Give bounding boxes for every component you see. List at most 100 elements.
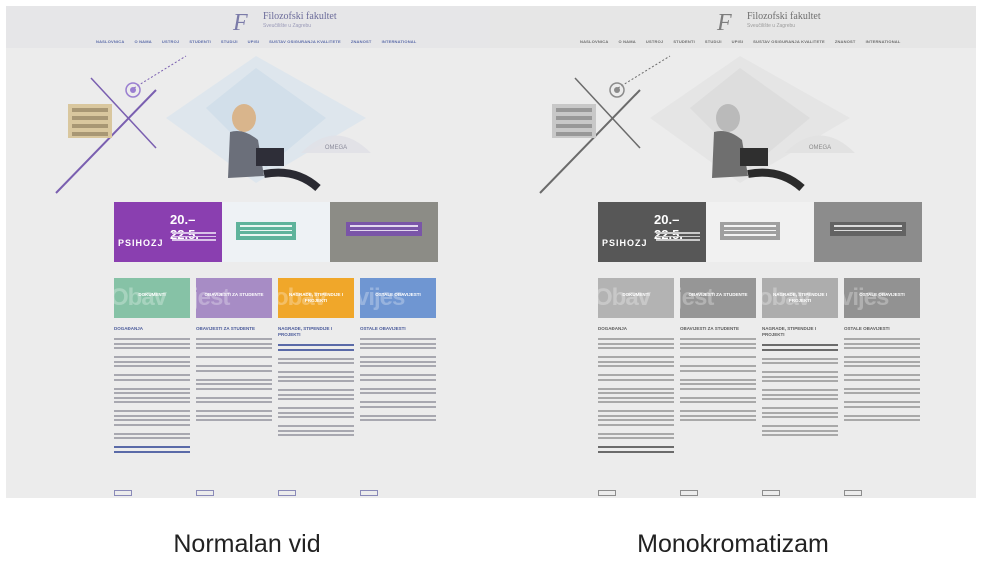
nav-item-naslovnica[interactable]: NASLOVNICA <box>96 39 124 44</box>
banner-mobile-app-text <box>236 222 296 240</box>
column-ostale-obavijesti: OSTALE OBAVIJESTI <box>844 326 920 424</box>
nav-item-international[interactable]: INTERNATIONAL <box>382 39 417 44</box>
faculty-logo[interactable]: F Filozofski fakultet Sveučilište u Zagr… <box>717 11 821 37</box>
category-tiles: Obav DOKUMENTI jest OBAVIJESTI ZA STUDEN… <box>114 278 438 318</box>
tile-label: NAGRADE, STIPENDIJE I PROJEKTI <box>772 292 827 303</box>
hero-illustration: OMEGA <box>539 55 855 194</box>
tile-ostale-obavijesti[interactable]: vijes OSTALE OBAVIJESTI <box>360 278 436 318</box>
banner-psihozj-subtext <box>656 232 700 246</box>
tile-obavijesti-studenti[interactable]: jest OBAVIJESTI ZA STUDENTE <box>680 278 756 318</box>
nav-item-znanost[interactable]: ZNANOST <box>835 39 856 44</box>
more-button[interactable] <box>680 490 698 496</box>
more-button[interactable] <box>360 490 378 496</box>
hero-laptop <box>740 148 768 166</box>
column-heading[interactable]: NAGRADE, STIPENDIJE I PROJEKTI <box>762 326 838 338</box>
tile-obavijesti-studenti[interactable]: jest OBAVIJESTI ZA STUDENTE <box>196 278 272 318</box>
tile-nagrade[interactable]: obav NAGRADE, STIPENDIJE I PROJEKTI <box>278 278 354 318</box>
tile-label: DOKUMENTI <box>622 292 650 297</box>
normal-vision-screenshot: F Filozofski fakultet Sveučilište u Zagr… <box>6 6 492 498</box>
more-button[interactable] <box>278 490 296 496</box>
tile-dokumenti[interactable]: Obav DOKUMENTI <box>114 278 190 318</box>
main-nav: NASLOVNICA O NAMA USTROJ STUDENTI STUDIJ… <box>96 39 417 44</box>
caption-monochromacy: Monokromatizam <box>637 530 829 558</box>
nav-item-naslovnica[interactable]: NASLOVNICA <box>580 39 608 44</box>
hero-woman-legs <box>747 168 805 192</box>
hero-woman-legs <box>263 168 321 192</box>
banner-row: 20.–22.5. PSIHOZJ <box>598 202 922 262</box>
column-nagrade: NAGRADE, STIPENDIJE I PROJEKTI <box>762 326 838 439</box>
nav-item-studenti[interactable]: STUDENTI <box>673 39 695 44</box>
banner-photo-text <box>830 222 906 236</box>
column-dogadanja: DOGAĐANJA <box>598 326 674 455</box>
banner-psihozj[interactable]: 20.–22.5. PSIHOZJ <box>598 202 706 262</box>
nav-item-international[interactable]: INTERNATIONAL <box>866 39 901 44</box>
more-button[interactable] <box>114 490 132 496</box>
banner-psihozj[interactable]: 20.–22.5. PSIHOZJ <box>114 202 222 262</box>
nav-item-ustroj[interactable]: USTROJ <box>162 39 179 44</box>
banner-row: 20.–22.5. PSIHOZJ <box>114 202 438 262</box>
hero-woman-head <box>232 104 256 132</box>
banner-psihozj-logo: PSIHOZJ <box>602 238 648 248</box>
more-button[interactable] <box>762 490 780 496</box>
news-columns: DOGAĐANJA OBAVIJESTI ZA STUDENTE NAGRADE… <box>114 326 438 496</box>
site-header: F Filozofski fakultet Sveučilište u Zagr… <box>490 6 976 48</box>
logo-title: Filozofski fakultet <box>263 11 337 22</box>
tile-watermark: jest <box>680 284 714 311</box>
more-button[interactable] <box>196 490 214 496</box>
column-heading[interactable]: OBAVIJESTI ZA STUDENTE <box>680 326 756 332</box>
tile-label: OBAVIJESTI ZA STUDENTE <box>688 292 748 297</box>
banner-photo[interactable] <box>814 202 922 262</box>
column-heading[interactable]: OSTALE OBAVIJESTI <box>844 326 920 332</box>
logo-subtitle: Sveučilište u Zagrebu <box>747 23 796 29</box>
more-button[interactable] <box>844 490 862 496</box>
column-heading[interactable]: NAGRADE, STIPENDIJE I PROJEKTI <box>278 326 354 338</box>
column-heading[interactable]: OSTALE OBAVIJESTI <box>360 326 436 332</box>
nav-item-o-nama[interactable]: O NAMA <box>618 39 635 44</box>
tile-label: OBAVIJESTI ZA STUDENTE <box>204 292 264 297</box>
tile-watermark: Obav <box>598 284 651 311</box>
hero-omega-text: OMEGA <box>809 145 831 151</box>
column-heading[interactable]: DOGAĐANJA <box>114 326 190 332</box>
column-obavijesti-studenti: OBAVIJESTI ZA STUDENTE <box>196 326 272 428</box>
banner-mobile-app-text <box>720 222 780 240</box>
logo-title: Filozofski fakultet <box>747 11 821 22</box>
more-button[interactable] <box>598 490 616 496</box>
column-heading[interactable]: DOGAĐANJA <box>598 326 674 332</box>
tile-watermark: vijes <box>360 284 405 311</box>
tile-ostale-obavijesti[interactable]: vijes OSTALE OBAVIJESTI <box>844 278 920 318</box>
nav-item-kvaliteta[interactable]: SUSTAV OSIGURANJA KVALITETE <box>753 39 825 44</box>
nav-item-studenti[interactable]: STUDENTI <box>189 39 211 44</box>
nav-item-upisi[interactable]: UPISI <box>248 39 259 44</box>
site-header: F Filozofski fakultet Sveučilište u Zagr… <box>6 6 492 48</box>
column-heading[interactable]: OBAVIJESTI ZA STUDENTE <box>196 326 272 332</box>
banner-mobile-app[interactable] <box>222 202 330 262</box>
tile-dokumenti[interactable]: Obav DOKUMENTI <box>598 278 674 318</box>
banner-mobile-app[interactable] <box>706 202 814 262</box>
banner-photo-text <box>346 222 422 236</box>
nav-item-znanost[interactable]: ZNANOST <box>351 39 372 44</box>
tile-label: DOKUMENTI <box>138 292 166 297</box>
tile-watermark: vijes <box>844 284 889 311</box>
nav-item-upisi[interactable]: UPISI <box>732 39 743 44</box>
logo-text: Filozofski fakultet Sveučilište u Zagreb… <box>263 11 337 29</box>
tile-label: OSTALE OBAVIJESTI <box>375 292 421 297</box>
news-columns: DOGAĐANJA OBAVIJESTI ZA STUDENTE NAGRADE… <box>598 326 922 496</box>
tile-watermark: Obav <box>114 284 167 311</box>
monochromacy-screenshot: F Filozofski fakultet Sveučilište u Zagr… <box>490 6 976 498</box>
nav-item-kvaliteta[interactable]: SUSTAV OSIGURANJA KVALITETE <box>269 39 341 44</box>
hero-dashed-line <box>133 55 187 89</box>
nav-item-o-nama[interactable]: O NAMA <box>134 39 151 44</box>
nav-item-ustroj[interactable]: USTROJ <box>646 39 663 44</box>
nav-item-studiji[interactable]: STUDIJI <box>705 39 722 44</box>
banner-photo[interactable] <box>330 202 438 262</box>
tile-watermark: jest <box>196 284 230 311</box>
faculty-logo[interactable]: F Filozofski fakultet Sveučilište u Zagr… <box>233 11 337 37</box>
banner-psihozj-subtext <box>172 232 216 246</box>
column-dogadanja: DOGAĐANJA <box>114 326 190 455</box>
hero-illustration: OMEGA <box>55 55 371 194</box>
tile-nagrade[interactable]: obav NAGRADE, STIPENDIJE I PROJEKTI <box>762 278 838 318</box>
logo-text: Filozofski fakultet Sveučilište u Zagreb… <box>747 11 821 29</box>
nav-item-studiji[interactable]: STUDIJI <box>221 39 238 44</box>
logo-subtitle: Sveučilište u Zagrebu <box>263 23 312 29</box>
column-obavijesti-studenti: OBAVIJESTI ZA STUDENTE <box>680 326 756 428</box>
